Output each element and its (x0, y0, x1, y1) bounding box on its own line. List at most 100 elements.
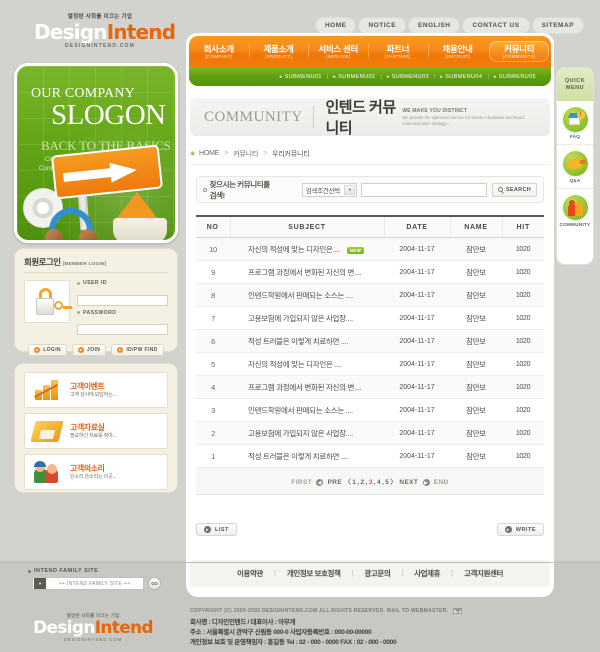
search-button[interactable]: SEARCH (491, 182, 537, 197)
subject-link[interactable]: 자신의 적성에 맞는 디자인은 .... (248, 360, 342, 369)
cell-subject[interactable]: 자신의 적성에 맞는 디자인은 .... (230, 352, 384, 376)
footer-link-partnership[interactable]: 사업제휴 (403, 568, 451, 579)
table-row[interactable]: 2 고용보험에 가입되지 않은 사업장.... 2004-11-17 잠만보 1… (196, 421, 544, 445)
service-item-archive[interactable]: 고객자료실 필요하신 자료를 찾아... (24, 413, 168, 449)
cell-hit: 1020 (502, 375, 544, 399)
search-label: 찾으시는 커뮤니티를 검색! (209, 179, 271, 200)
member-login-title-en: [MEMBER LOGIN] (62, 262, 107, 267)
topnav-item-english[interactable]: ENGLISH (408, 17, 461, 34)
topnav-item-sitemap[interactable]: SITEMAP (531, 17, 584, 34)
gnb-item-recruit[interactable]: 채용안내 [RECRUIT] (427, 41, 488, 62)
subject-link[interactable]: 인텐드학원에서 판매되는 소스는 .... (248, 406, 353, 415)
login-button[interactable]: ▸ LOGIN (28, 344, 68, 356)
subject-link[interactable]: 적성 트러블은 이렇게 치료하면 .... (248, 452, 348, 461)
service-desc: 단소리 쓴소리는 이곳... (70, 473, 116, 480)
qa-bird-beak (579, 160, 586, 164)
submenu-item-03[interactable]: ▸ SUBMENU03 (382, 74, 434, 80)
login-fields: USER ID PASSWORD (77, 280, 168, 339)
cell-subject[interactable]: 적성 트러블은 이렇게 치료하면 .... (230, 329, 384, 353)
subject-link[interactable]: 적성 트러블은 이렇게 치료하면 .... (248, 337, 348, 346)
mail-icon[interactable] (453, 608, 463, 614)
id-pw-find-button-label: ID/PW FIND (126, 347, 158, 353)
table-row[interactable]: 4 프로그램 과정에서 변화된 자신의 변.... 2004-11-17 잠만보… (196, 375, 544, 399)
footer-link-advertising[interactable]: 광고문의 (353, 568, 401, 579)
lock-body (36, 298, 54, 315)
submenu-item-04[interactable]: ▸ SUBMENU04 (435, 74, 487, 80)
list-button[interactable]: ▸ LIST (196, 523, 237, 536)
pager-next[interactable]: NEXT (399, 479, 418, 486)
breadcrumb-level-1[interactable]: 커뮤니티 (233, 149, 258, 159)
next-arrow-icon[interactable]: ▶ (422, 478, 430, 486)
person-head-2 (47, 464, 57, 474)
pager-first[interactable]: FIRST (291, 479, 312, 486)
gnb-item-company[interactable]: 회사소개 [COMPANY] (189, 41, 249, 62)
subject-link[interactable]: 프로그램 과정에서 변화된 자신의 변.... (248, 383, 362, 392)
site-logo[interactable]: 열정판 사회를 이끄는 기업 DesignIntend DESIGNINTEND… (34, 12, 176, 49)
service-item-event[interactable]: 고객이벤트 고객 감사에 보답하는... (24, 372, 168, 408)
pager-end[interactable]: END (434, 479, 449, 486)
subject-link[interactable]: 고용보험에 가입되지 않은 사업장.... (248, 314, 353, 323)
password-input[interactable] (77, 324, 168, 335)
table-row[interactable]: 8 인텐드학원에서 판매되는 소스는 .... 2004-11-17 잠만보 1… (196, 283, 544, 307)
quick-menu-item-qa[interactable]: Q&A (557, 145, 593, 189)
pager-page-1[interactable]: 1 (352, 479, 356, 486)
family-site-select[interactable]: ▼ ++ INTEND FAMILY SITE ++ (32, 577, 144, 590)
footer-link-support[interactable]: 고객지원센터 (453, 568, 514, 579)
cell-subject[interactable]: 인텐드학원에서 판매되는 소스는 .... (230, 398, 384, 422)
quick-menu-item-faq[interactable]: ! FAQ (557, 101, 593, 145)
subject-link[interactable]: 고용보험에 가입되지 않은 사업장.... (248, 429, 353, 438)
pager-pre[interactable]: PRE (328, 479, 343, 486)
submenu-item-01[interactable]: ▸ SUBMENU01 (275, 74, 327, 80)
submenu-item-02[interactable]: ▸ SUBMENU02 (328, 74, 380, 80)
breadcrumb-home[interactable]: HOME (199, 150, 219, 157)
quick-menu-item-community[interactable]: COMMUNITY (557, 189, 593, 232)
hero-banner[interactable]: OUR COMPANY SLOGON BACK TO THE BASICS Cl… (14, 63, 178, 243)
table-row[interactable]: 7 고용보험에 가입되지 않은 사업장.... 2004-11-17 잠만보 1… (196, 306, 544, 330)
cell-subject[interactable]: 적성 트러블은 이렇게 치료하면 .... (230, 444, 384, 468)
gnb-item-community[interactable]: 커뮤니티 [COMMUNITY] (489, 41, 550, 62)
pager-page-4[interactable]: 4 (377, 479, 381, 486)
table-row[interactable]: 5 자신의 적성에 맞는 디자인은 .... 2004-11-17 잠만보 10… (196, 352, 544, 376)
board-table: NO SUBJECT DATE NAME HIT 10 자신의 적성에 맞는 디… (196, 215, 544, 468)
cell-subject[interactable]: 인텐드학원에서 판매되는 소스는 .... (230, 283, 384, 307)
gnb-item-partner[interactable]: 파트너 [PARTNER] (368, 41, 428, 62)
table-row[interactable]: 9 프로그램 과정에서 변화된 자신의 변.... 2004-11-17 잠만보… (196, 260, 544, 284)
subject-link[interactable]: 자신의 적성에 맞는 디자인은.... (248, 245, 340, 254)
join-button[interactable]: ▸ JOIN (72, 344, 107, 356)
table-row[interactable]: 6 적성 트러블은 이렇게 치료하면 .... 2004-11-17 잠만보 1… (196, 329, 544, 353)
gnb-item-product[interactable]: 제품소개 [PRODUCT] (248, 41, 309, 62)
column-header-date: DATE (383, 215, 450, 238)
prev-arrow-icon[interactable]: ◀ (316, 478, 324, 486)
search-icon (497, 187, 503, 192)
search-input[interactable] (361, 182, 487, 197)
topnav-item-contact-us[interactable]: CONTACT US (462, 17, 530, 34)
footer-link-privacy[interactable]: 개인정보 보호정책 (276, 568, 352, 579)
cell-subject[interactable]: 고용보험에 가입되지 않은 사업장.... (230, 421, 384, 445)
pager-page-3[interactable]: 3 (369, 479, 373, 486)
subject-link[interactable]: 인텐드학원에서 판매되는 소스는 .... (248, 291, 353, 300)
pager-page-5[interactable]: 5 (385, 479, 389, 486)
table-row[interactable]: 1 적성 트러블은 이렇게 치료하면 .... 2004-11-17 잠만보 1… (196, 444, 544, 468)
cell-subject[interactable]: 프로그램 과정에서 변화된 자신의 변.... (230, 375, 384, 399)
search-condition-select[interactable]: 검색조건선택 ▼ (301, 182, 358, 197)
write-button[interactable]: ▸ WRITE (496, 523, 544, 536)
submenu-item-05[interactable]: ▸ SUBMENU05 (489, 74, 541, 80)
family-site-label-row: INTEND FAMILY SITE (22, 568, 182, 574)
service-item-voice[interactable]: 고객의소리 단소리 쓴소리는 이곳... (24, 454, 168, 490)
pager-page-2[interactable]: 2 (361, 479, 365, 486)
cell-subject[interactable]: 자신의 적성에 맞는 디자인은.... NEW (230, 237, 384, 261)
gnb-item-service[interactable]: 서비스 센터 [SERVICE] (308, 41, 368, 62)
cell-subject[interactable]: 프로그램 과정에서 변화된 자신의 변.... (230, 260, 384, 284)
id-pw-find-button[interactable]: ▸ ID/PW FIND (111, 344, 164, 356)
table-row[interactable]: 10 자신의 적성에 맞는 디자인은.... NEW 2004-11-17 잠만보… (196, 237, 544, 261)
userid-input[interactable] (77, 294, 168, 306)
page-root: 열정판 사회를 이끄는 기업 DesignIntend DESIGNINTEND… (0, 0, 600, 652)
cell-subject[interactable]: 고용보험에 가입되지 않은 사업장.... (230, 306, 384, 330)
topnav-item-home[interactable]: HOME (314, 17, 357, 34)
topnav-item-notice[interactable]: NOTICE (358, 17, 407, 34)
table-row[interactable]: 3 인텐드학원에서 판매되는 소스는 .... 2004-11-17 잠만보 1… (196, 398, 544, 422)
footer-link-terms[interactable]: 이용약관 (226, 568, 274, 579)
subject-link[interactable]: 프로그램 과정에서 변화된 자신의 변.... (248, 268, 362, 277)
cell-no: 4 (196, 375, 230, 399)
family-site-go-button[interactable]: GO (148, 577, 161, 590)
